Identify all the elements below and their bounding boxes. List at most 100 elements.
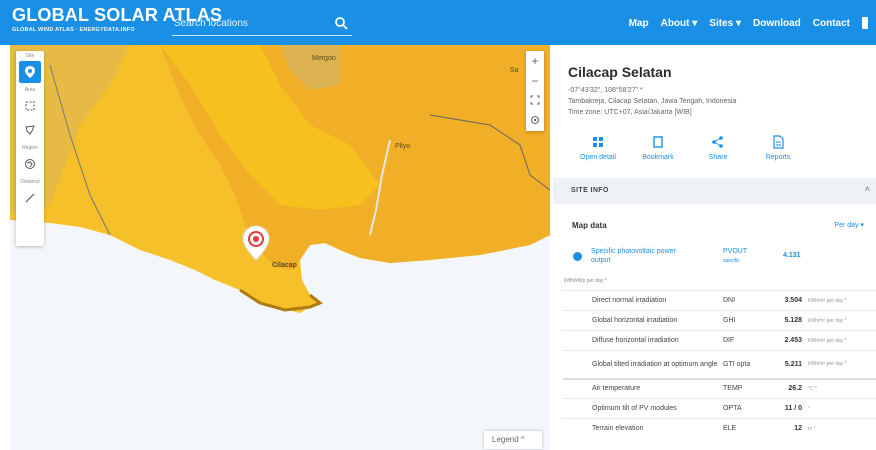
row-abbr: TEMP xyxy=(723,377,773,399)
bookmark-icon xyxy=(653,136,663,148)
map-view[interactable]: Mergon Sa Pliyo Cilacap xyxy=(10,45,550,450)
table-row[interactable]: Air temperature TEMP 26.2 °C * xyxy=(563,377,876,399)
row-value: 11 / 0 xyxy=(773,398,808,419)
row-name: Diffuse horizontal irradiation xyxy=(563,330,723,351)
table-row[interactable]: Optimum tilt of PV modules OPTA 11 / 0 ° xyxy=(563,398,876,419)
fullscreen-icon xyxy=(530,95,540,105)
row-value: 5.211 xyxy=(773,350,808,379)
site-timezone: Time zone: UTC+07, Asia/Jakarta [WIB] xyxy=(568,109,692,116)
pvout-abbr-main: PVOUT xyxy=(723,248,748,255)
area-select-icon xyxy=(25,101,35,111)
row-name: Terrain elevation xyxy=(563,418,723,439)
table-row[interactable]: Terrain elevation ELE 12 m * xyxy=(563,418,876,439)
location-pin-icon xyxy=(25,66,35,78)
row-unit: kWh/m² per day * xyxy=(808,290,876,311)
grid-icon xyxy=(593,137,603,147)
zoom-in-button[interactable]: + xyxy=(526,51,544,71)
row-unit: kWh/m² per day * xyxy=(808,350,876,379)
share-label: Share xyxy=(708,154,728,161)
row-name: Global horizontal irradiation xyxy=(563,310,723,331)
row-abbr: ELE xyxy=(723,418,773,439)
fullscreen-button[interactable] xyxy=(526,91,544,111)
map-canvas xyxy=(10,45,550,450)
tool-label-distance: Distance xyxy=(20,179,40,185)
search-placeholder: Search locations xyxy=(174,18,248,29)
pvout-units: kWh/kWp per day * xyxy=(564,278,607,284)
bookmark-label: Bookmark xyxy=(642,154,674,161)
row-value: 2.453 xyxy=(773,330,808,351)
row-unit: ° xyxy=(808,398,876,419)
row-name: Global tilted irradiation at optimum ang… xyxy=(563,350,723,379)
pvout-value: 4.131 xyxy=(783,252,801,259)
row-unit: kWh/m² per day * xyxy=(808,330,876,351)
row-name: Direct normal irradiation xyxy=(563,290,723,311)
document-icon xyxy=(773,135,784,149)
nav-contact[interactable]: Contact xyxy=(813,18,850,29)
pvout-abbr-sub: specific xyxy=(723,258,740,264)
nav-download[interactable]: Download xyxy=(753,18,801,29)
polygon-icon xyxy=(25,125,35,135)
table-row[interactable]: Global horizontal irradiation GHI 5.128 … xyxy=(563,310,876,331)
map-label-town-mid: Pliyo xyxy=(395,143,411,150)
map-tools-panel: Site Area Region Distance xyxy=(16,51,44,246)
tool-label-site: Site xyxy=(25,53,35,59)
selected-check-icon[interactable] xyxy=(573,252,582,261)
row-abbr: DNI xyxy=(723,290,773,311)
tool-area-button[interactable] xyxy=(19,95,41,117)
legend-button[interactable]: Legend ^ xyxy=(484,431,542,449)
open-detail-button[interactable]: Open detail xyxy=(568,135,628,161)
row-name: Air temperature xyxy=(563,377,723,399)
site-info-header[interactable]: SITE INFO ˄ xyxy=(553,178,876,204)
open-detail-label: Open detail xyxy=(580,154,616,161)
tool-label-region: Region xyxy=(22,145,38,151)
row-abbr: OPTA xyxy=(723,398,773,419)
nav-map[interactable]: Map xyxy=(629,18,649,29)
site-info-title: SITE INFO xyxy=(571,187,609,194)
nav-sites[interactable]: Sites ▾ xyxy=(709,18,741,29)
row-value: 5.128 xyxy=(773,310,808,331)
table-row[interactable]: Diffuse horizontal irradiation DIF 2.453… xyxy=(563,330,876,351)
nav-about[interactable]: About ▾ xyxy=(661,18,698,29)
pvout-abbr: PVOUT specific xyxy=(723,247,747,266)
tool-distance-button[interactable] xyxy=(19,187,41,209)
app-root: GLOBAL SOLAR ATLAS GLOBAL WIND ATLAS · E… xyxy=(0,0,876,450)
table-row[interactable]: Direct normal irradiation DNI 3.504 kWh/… xyxy=(563,290,876,311)
per-day-select[interactable]: Per day ▾ xyxy=(834,221,864,229)
globe-icon xyxy=(25,159,35,169)
search-input[interactable]: Search locations xyxy=(172,14,352,36)
site-actions: Open detail Bookmark Share Reports xyxy=(568,135,808,167)
table-row[interactable]: Global tilted irradiation at optimum ang… xyxy=(563,350,876,379)
menu-edge-icon[interactable] xyxy=(862,17,868,29)
share-button[interactable]: Share xyxy=(688,135,748,161)
share-icon xyxy=(712,136,723,148)
main-nav: Map About ▾ Sites ▾ Download Contact xyxy=(629,17,868,29)
row-value: 3.504 xyxy=(773,290,808,311)
ruler-icon xyxy=(25,193,35,203)
pvout-row[interactable]: Specific photovoltaic power output PVOUT… xyxy=(553,244,876,276)
row-unit: kWh/m² per day * xyxy=(808,310,876,331)
site-title: Cilacap Selatan xyxy=(568,64,672,80)
tool-region-button[interactable] xyxy=(19,153,41,175)
map-label-city: Cilacap xyxy=(272,262,297,269)
zoom-out-button[interactable]: − xyxy=(526,71,544,91)
crosshair-icon xyxy=(531,116,539,124)
bookmark-button[interactable]: Bookmark xyxy=(628,135,688,161)
row-value: 26.2 xyxy=(773,377,808,399)
tool-site-button[interactable] xyxy=(19,61,41,83)
row-abbr: GHI xyxy=(723,310,773,331)
row-abbr: DIF xyxy=(723,330,773,351)
tool-polygon-button[interactable] xyxy=(19,119,41,141)
tool-label-area: Area xyxy=(24,87,36,93)
locate-button[interactable] xyxy=(526,111,544,131)
row-value: 12 xyxy=(773,418,808,439)
zoom-controls: + − xyxy=(526,51,544,131)
row-abbr: GTI opta xyxy=(723,350,773,379)
site-data-table: Direct normal irradiation DNI 3.504 kWh/… xyxy=(563,290,876,439)
reports-button[interactable]: Reports xyxy=(748,135,808,161)
map-data-title: Map data xyxy=(572,221,607,230)
site-address: Tambakreja, Cilacap Selatan, Jawa Tengah… xyxy=(568,98,737,105)
location-pin-icon[interactable] xyxy=(242,225,270,261)
search-icon[interactable] xyxy=(334,16,348,30)
chevron-up-icon: ˄ xyxy=(864,184,870,194)
row-name: Optimum tilt of PV modules xyxy=(563,398,723,419)
